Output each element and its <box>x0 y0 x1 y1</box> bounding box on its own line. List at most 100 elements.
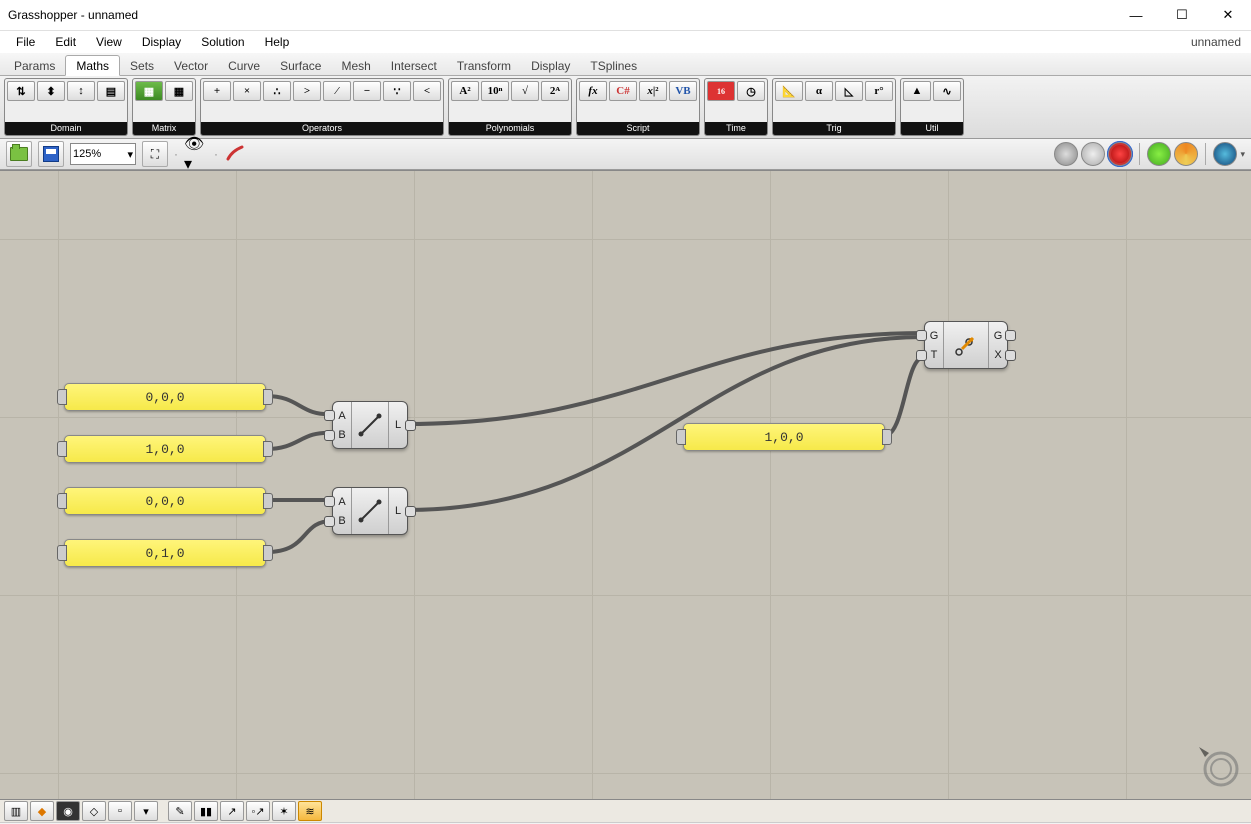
zoom-combo[interactable]: 125%▾ <box>70 143 136 165</box>
port-in-a[interactable] <box>324 496 335 507</box>
bt-3[interactable]: ◉ <box>56 801 80 821</box>
port-out-g[interactable] <box>1005 330 1016 341</box>
domain-tool-4[interactable]: ▤ <box>97 81 125 101</box>
script-vb[interactable]: VB <box>669 81 697 101</box>
input-label-b[interactable]: B <box>338 429 345 441</box>
bt-8[interactable]: ▮▮ <box>194 801 218 821</box>
script-cs[interactable]: C# <box>609 81 637 101</box>
trig-2[interactable]: α <box>805 81 833 101</box>
output-label-g[interactable]: G <box>994 330 1003 342</box>
poly-rt[interactable]: √ <box>511 81 539 101</box>
grip-icon[interactable] <box>263 545 273 561</box>
domain-tool-1[interactable]: ⇅ <box>7 81 35 101</box>
time-cal[interactable]: 16 <box>707 81 735 101</box>
port-out-x[interactable] <box>1005 350 1016 361</box>
port-in-t[interactable] <box>916 350 927 361</box>
poly-2a[interactable]: 2ᴬ <box>541 81 569 101</box>
panel-input-1[interactable]: 0,0,0 <box>64 383 266 411</box>
bt-9[interactable]: ↗ <box>220 801 244 821</box>
tab-tsplines[interactable]: TSplines <box>580 56 647 75</box>
tab-sets[interactable]: Sets <box>120 56 164 75</box>
input-label-b[interactable]: B <box>338 515 345 527</box>
input-label-t[interactable]: T <box>931 349 938 361</box>
op-div[interactable]: ⁄ <box>323 81 351 101</box>
tab-maths[interactable]: Maths <box>65 55 120 76</box>
tab-mesh[interactable]: Mesh <box>331 56 380 75</box>
bt-5[interactable]: ▫ <box>108 801 132 821</box>
op-cloud[interactable]: ∴ <box>263 81 291 101</box>
shade-mode-1[interactable] <box>1054 142 1078 166</box>
input-label-g[interactable]: G <box>930 330 939 342</box>
util-2[interactable]: ∿ <box>933 81 961 101</box>
matrix-tool-2[interactable]: ▦ <box>165 81 193 101</box>
grip-icon[interactable] <box>57 493 67 509</box>
line-component-1[interactable]: A B L <box>332 401 408 449</box>
op-lt[interactable]: < <box>413 81 441 101</box>
panel-input-2[interactable]: 1,0,0 <box>64 435 266 463</box>
matrix-tool-1[interactable]: ▦ <box>135 81 163 101</box>
bt-1[interactable]: ▥ <box>4 801 28 821</box>
bt-12[interactable]: ≋ <box>298 801 322 821</box>
shade-mode-3[interactable] <box>1108 142 1132 166</box>
sketch-button[interactable] <box>224 142 248 166</box>
menu-display[interactable]: Display <box>132 33 191 51</box>
tab-display[interactable]: Display <box>521 56 580 75</box>
output-label-x[interactable]: X <box>994 349 1001 361</box>
line-component-2[interactable]: A B L <box>332 487 408 535</box>
grip-icon[interactable] <box>263 493 273 509</box>
op-sub[interactable]: − <box>353 81 381 101</box>
move-component[interactable]: G T G X <box>924 321 1008 369</box>
bt-7[interactable]: ✎ <box>168 801 192 821</box>
trig-3[interactable]: ◺ <box>835 81 863 101</box>
panel-input-4[interactable]: 0,1,0 <box>64 539 266 567</box>
domain-tool-2[interactable]: ⬍ <box>37 81 65 101</box>
preview-toggle[interactable]: 👁 ▾ <box>184 142 208 166</box>
panel-input-3[interactable]: 0,0,0 <box>64 487 266 515</box>
tab-surface[interactable]: Surface <box>270 56 331 75</box>
zoom-extents-button[interactable]: ⛶ <box>142 141 168 167</box>
input-label-a[interactable]: A <box>338 496 345 508</box>
menu-file[interactable]: File <box>6 33 45 51</box>
script-fx[interactable]: fx <box>579 81 607 101</box>
grip-icon[interactable] <box>263 389 273 405</box>
poly-sq[interactable]: A² <box>451 81 479 101</box>
menu-edit[interactable]: Edit <box>45 33 86 51</box>
port-out-l[interactable] <box>405 420 416 431</box>
canvas[interactable]: 0,0,0 1,0,0 0,0,0 0,1,0 1,0,0 A B <box>0 170 1251 799</box>
bt-4[interactable]: ◇ <box>82 801 106 821</box>
grip-icon[interactable] <box>57 545 67 561</box>
output-label-l[interactable]: L <box>395 419 401 431</box>
grip-icon[interactable] <box>57 389 67 405</box>
input-label-a[interactable]: A <box>338 410 345 422</box>
tab-transform[interactable]: Transform <box>447 56 521 75</box>
menu-solution[interactable]: Solution <box>191 33 254 51</box>
open-button[interactable] <box>6 141 32 167</box>
wire-mode-1[interactable] <box>1147 142 1171 166</box>
menu-help[interactable]: Help <box>255 33 300 51</box>
minimize-button[interactable]: — <box>1113 0 1159 30</box>
bt-10[interactable]: ◦↗ <box>246 801 270 821</box>
op-mul[interactable]: × <box>233 81 261 101</box>
grip-icon[interactable] <box>882 429 892 445</box>
util-1[interactable]: ▲ <box>903 81 931 101</box>
port-out-l[interactable] <box>405 506 416 517</box>
bt-6[interactable]: ▾ <box>134 801 158 821</box>
tab-vector[interactable]: Vector <box>164 56 218 75</box>
op-sort[interactable]: ∵ <box>383 81 411 101</box>
port-in-b[interactable] <box>324 516 335 527</box>
bt-11[interactable]: ✶ <box>272 801 296 821</box>
close-button[interactable]: ✕ <box>1205 0 1251 30</box>
shade-mode-2[interactable] <box>1081 142 1105 166</box>
panel-vector[interactable]: 1,0,0 <box>683 423 885 451</box>
port-in-b[interactable] <box>324 430 335 441</box>
grip-icon[interactable] <box>57 441 67 457</box>
wire-mode-2[interactable] <box>1174 142 1198 166</box>
trig-4[interactable]: r° <box>865 81 893 101</box>
grip-icon[interactable] <box>676 429 686 445</box>
save-button[interactable] <box>38 141 64 167</box>
op-add[interactable]: + <box>203 81 231 101</box>
settings-sphere[interactable] <box>1213 142 1237 166</box>
poly-log[interactable]: 10ⁿ <box>481 81 509 101</box>
port-in-g[interactable] <box>916 330 927 341</box>
port-in-a[interactable] <box>324 410 335 421</box>
